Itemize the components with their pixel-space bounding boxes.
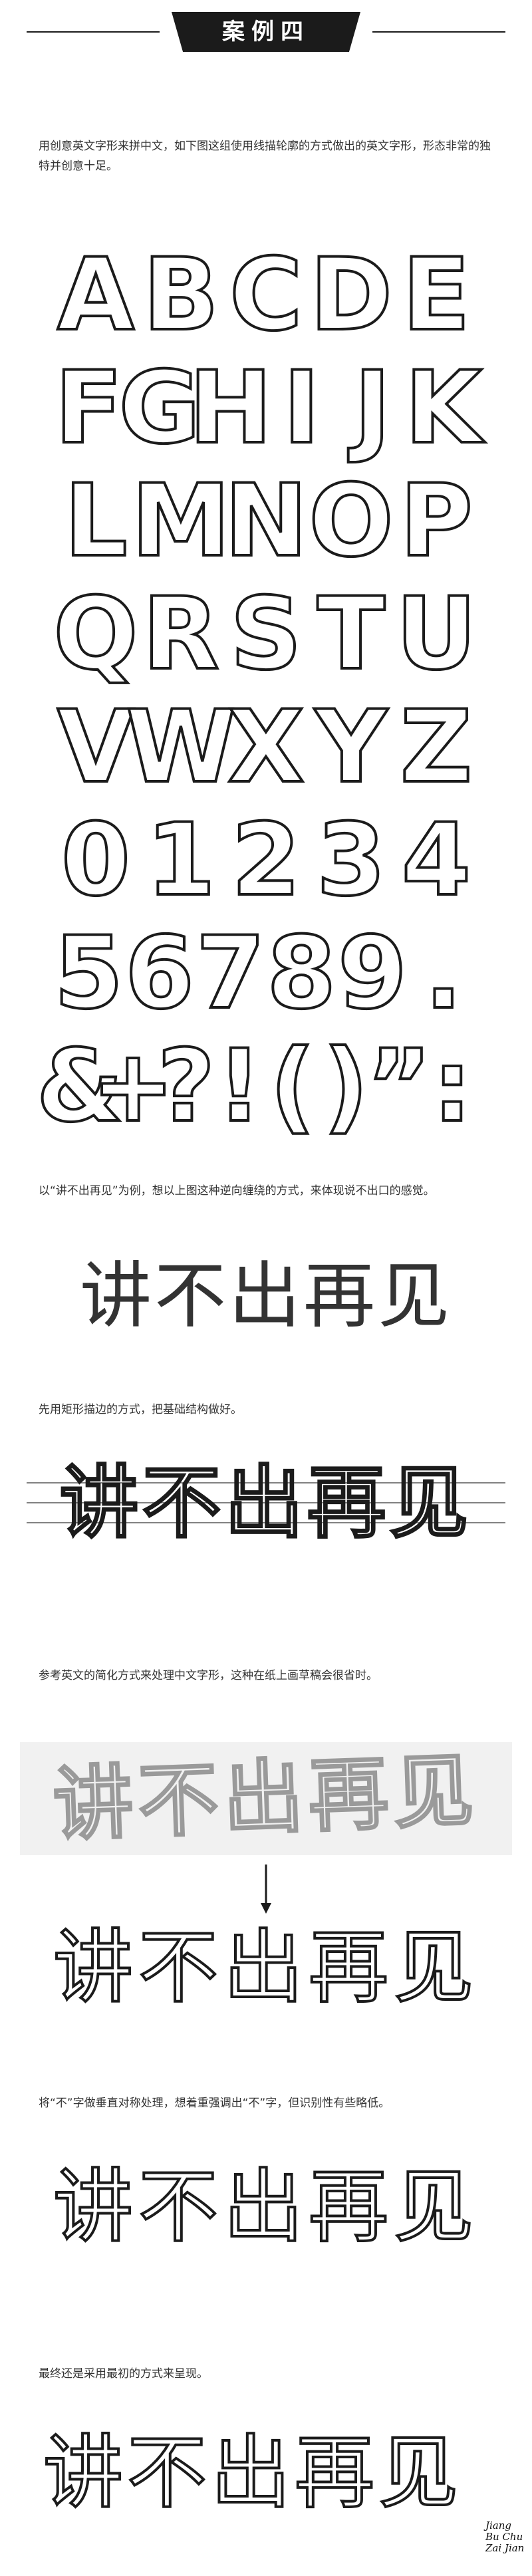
alphabet-glyph: R: [142, 577, 219, 692]
banner-right-rule: [372, 31, 505, 33]
alphabet-glyph: O: [309, 463, 394, 579]
alphabet-glyph: 9: [338, 916, 407, 1031]
signature-line: Jiang: [485, 2519, 512, 2531]
alphabet-glyph: H: [189, 350, 273, 466]
banner-title: 案例四: [222, 19, 310, 45]
simplified-phrase-figure: 讲不出再见: [0, 1920, 532, 2015]
alphabet-glyph: F: [55, 350, 122, 466]
alphabet-glyph: K: [405, 350, 485, 466]
alphabet-glyph: 3: [317, 803, 386, 918]
down-arrow-icon: [261, 1865, 271, 1914]
symmetric-phrase-text: 讲不出再见: [52, 2160, 479, 2255]
plain-phrase-text: 讲不出再见: [79, 1255, 452, 1338]
plain-phrase-figure: 讲不出再见: [0, 1250, 532, 1343]
banner-left-rule: [27, 31, 160, 33]
alphabet-glyph: :: [432, 1029, 472, 1144]
alphabet-glyph: ?: [157, 1029, 215, 1144]
alphabet-glyph: (: [270, 1029, 316, 1144]
alphabet-glyph: V: [57, 690, 134, 805]
signature-line: Zai Jian: [485, 2542, 525, 2554]
alphabet-glyph: S: [230, 577, 302, 692]
alphabet-glyph: L: [64, 463, 128, 579]
example-paragraph: 以“讲不出再见”为例，想以上图这种逆向缠绕的方式，来体现说不出口的感觉。: [39, 1184, 435, 1198]
alphabet-glyph: ”: [366, 1029, 432, 1144]
alphabet-glyph: I: [283, 350, 320, 466]
alphabet-glyph: A: [57, 239, 134, 353]
alphabet-glyph: Z: [400, 690, 473, 805]
alphabet-glyph: 0: [61, 803, 130, 918]
alphabet-glyph: 7: [196, 916, 265, 1031]
alphabet-glyph: T: [317, 577, 385, 692]
rect-grid-overlay: [27, 1482, 505, 1523]
alphabet-glyph: 8: [267, 916, 336, 1031]
step3-paragraph: 将“不”字做垂直对称处理，想着重强调出“不”字，但识别性有些略低。: [39, 2097, 390, 2110]
alphabet-glyph: B: [143, 239, 219, 353]
alphabet-glyph: U: [396, 577, 477, 692]
signature-text: Jiang Bu Chu Zai Jian: [485, 2520, 527, 2554]
alphabet-glyph: 6: [125, 916, 194, 1031]
pencil-sketch-figure: 讲不出再见: [0, 1736, 532, 1855]
alphabet-glyph: M: [131, 463, 230, 579]
alphabet-glyph: 2: [231, 803, 301, 918]
symmetric-phrase-figure: 讲不出再见: [0, 2158, 532, 2257]
alphabet-glyph: 5: [54, 916, 123, 1031]
alphabet-glyph: 1: [146, 803, 215, 918]
alphabet-glyph: W: [126, 690, 235, 805]
final-phrase-text: 讲不出再见: [42, 2426, 462, 2521]
intro-paragraph: 用创意英文字形来拼中文，如下图这组使用线描轮廓的方式做出的英文字形，形态非常的独…: [39, 140, 491, 173]
sketch-phrase-text: 讲不出再见: [51, 1743, 481, 1853]
step1-paragraph: 先用矩形描边的方式，把基础结构做好。: [39, 1403, 242, 1416]
alphabet-glyph: E: [402, 239, 470, 353]
outline-alphabet-figure: A B C D EFGH I J KL MN O PQ R S T UVWX Y Z0 1 2 3 45 6 7 8 9 .&+?…: [35, 239, 487, 1144]
alphabet-glyph: X: [227, 690, 305, 805]
final-paragraph: 最终还是采用最初的方式来呈现。: [39, 2367, 208, 2381]
alphabet-glyph: J: [348, 350, 391, 466]
alphabet-glyph: .: [424, 916, 462, 1031]
alphabet-glyph: Q: [53, 577, 138, 692]
alphabet-glyph: ): [323, 1029, 369, 1144]
alphabet-glyph: N: [224, 463, 308, 579]
alphabet-glyph: D: [310, 239, 393, 353]
section-banner: 案例四: [0, 0, 532, 61]
step2-paragraph: 参考英文的简化方式来处理中文字形，这种在纸上画草稿会很省时。: [39, 1669, 378, 1682]
alphabet-glyph: 4: [402, 803, 471, 918]
alphabet-glyph: P: [400, 463, 473, 579]
final-phrase-figure: 讲不出再见: [0, 2420, 532, 2527]
alphabet-glyph: !: [217, 1029, 262, 1144]
simplified-phrase-text: 讲不出再见: [52, 1920, 479, 2015]
signature-line: Bu Chu: [485, 2531, 523, 2543]
alphabet-glyph: Y: [314, 690, 389, 805]
alphabet-glyph: C: [229, 239, 303, 353]
rect-outline-phrase-figure: 讲不出再见: [0, 1456, 532, 1550]
